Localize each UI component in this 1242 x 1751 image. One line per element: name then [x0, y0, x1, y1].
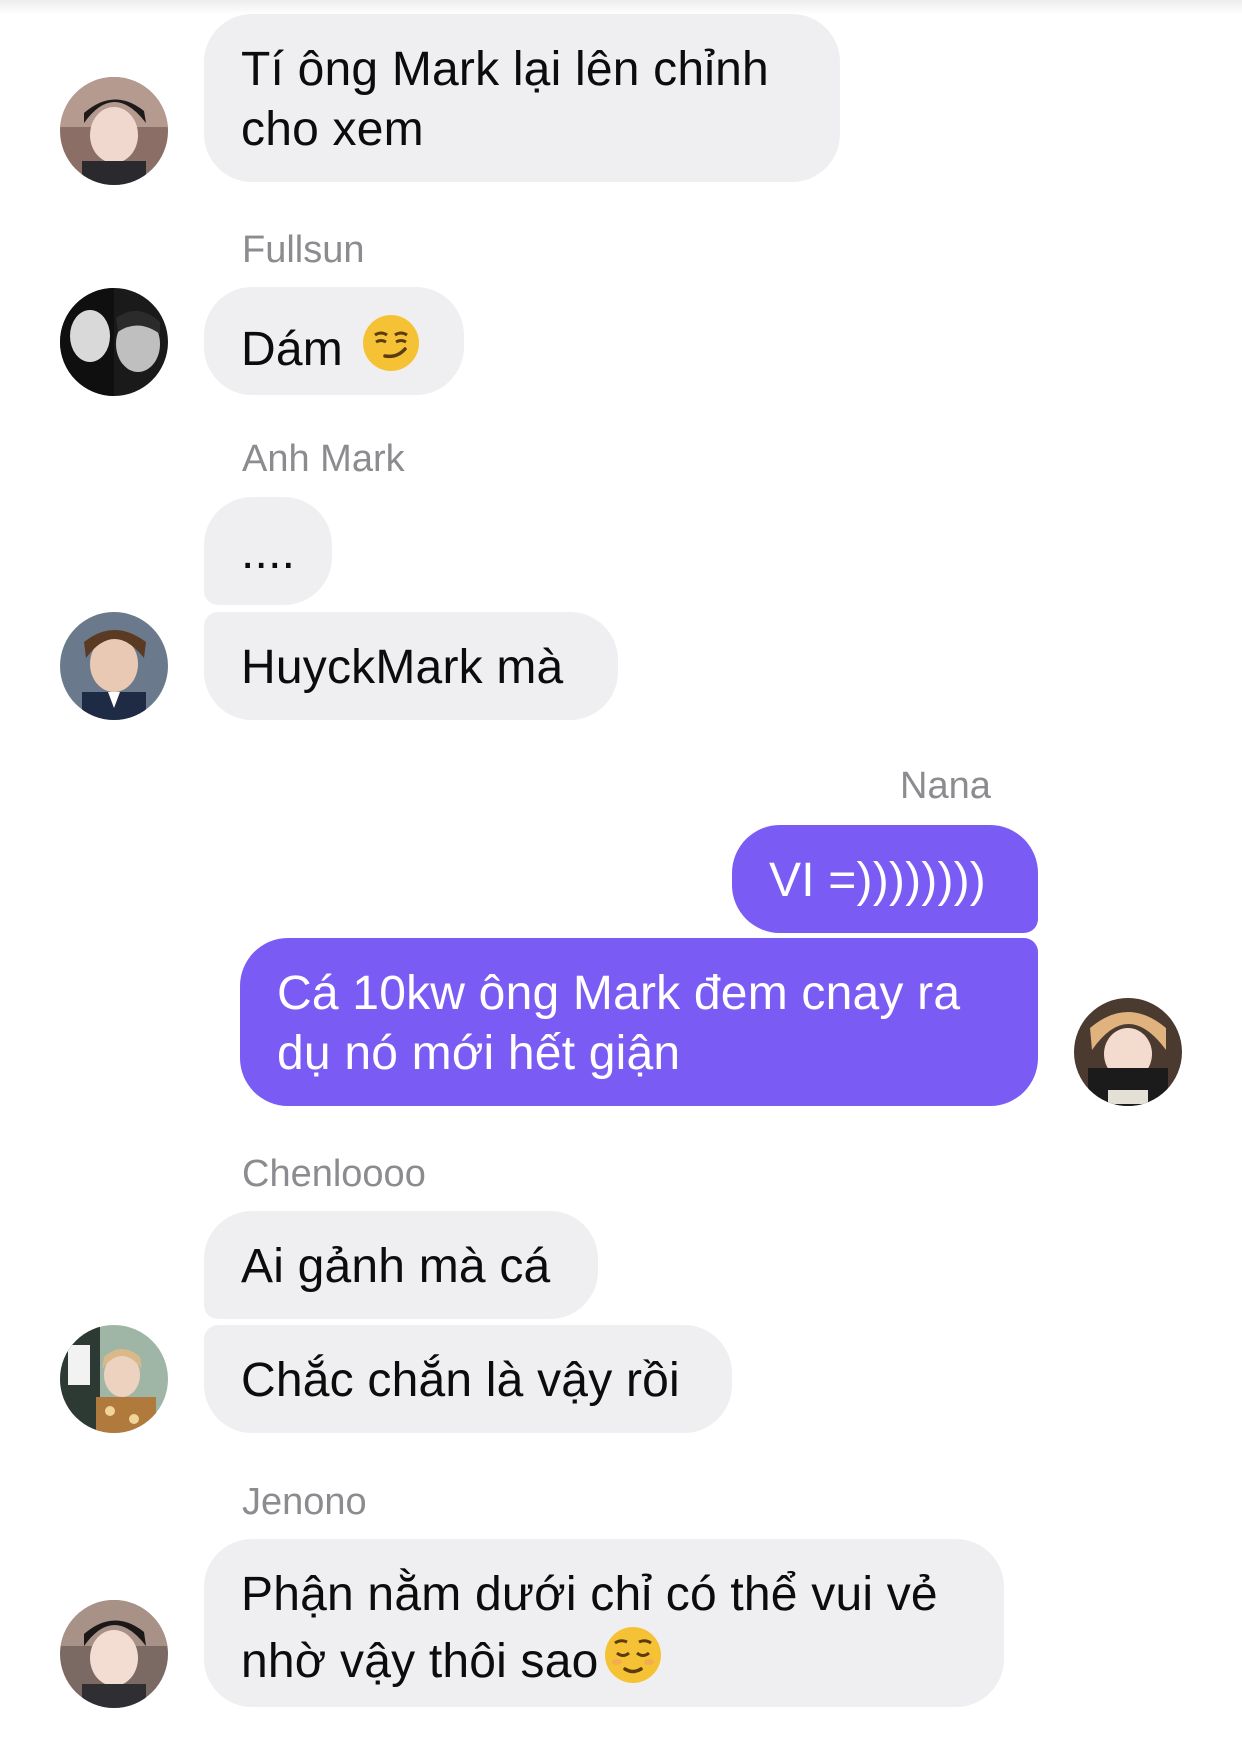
message-bubble[interactable]: Cá 10kw ông Mark đem cnay ra dụ nó mới h…	[240, 938, 1038, 1106]
top-scroll-shadow	[0, 0, 1242, 14]
message-text-line: dụ nó mới hết giận	[277, 1027, 681, 1080]
message-text-line: nhờ vậy thôi sao	[241, 1625, 967, 1700]
message-text-line: cho xem	[241, 103, 424, 156]
sender-name: Fullsun	[242, 229, 365, 271]
smirking-face-icon	[361, 313, 421, 388]
message-text: nhờ vậy thôi sao	[241, 1635, 599, 1688]
sender-name: Chenloooo	[242, 1153, 426, 1195]
message-text: Dám	[241, 323, 343, 376]
relieved-face-icon	[603, 1625, 663, 1700]
message-text-line: Phận nằm dưới chỉ có thể vui vẻ	[241, 1568, 938, 1621]
message-bubble[interactable]: HuyckMark mà	[204, 612, 618, 720]
message-text: HuyckMark mà	[241, 641, 564, 694]
message-bubble[interactable]: Dám	[204, 287, 464, 395]
sender-name: Jenono	[242, 1481, 367, 1523]
sender-name: Anh Mark	[242, 438, 405, 480]
message-bubble[interactable]: Tí ông Mark lại lên chỉnh cho xem	[204, 14, 840, 182]
message-text: ....	[241, 526, 296, 579]
avatar[interactable]	[60, 1325, 168, 1433]
avatar[interactable]	[60, 612, 168, 720]
message-text: VI =))))))))	[769, 854, 986, 907]
message-bubble[interactable]: ....	[204, 497, 332, 605]
avatar[interactable]	[60, 77, 168, 185]
message-bubble[interactable]: VI =))))))))	[732, 825, 1038, 933]
avatar[interactable]	[1074, 998, 1182, 1106]
message-text: Ai gảnh mà cá	[241, 1240, 551, 1293]
avatar[interactable]	[60, 288, 168, 396]
avatar[interactable]	[60, 1600, 168, 1708]
message-bubble[interactable]: Chắc chắn là vậy rồi	[204, 1325, 732, 1433]
sender-name: Nana	[900, 765, 991, 807]
message-bubble[interactable]: Phận nằm dưới chỉ có thể vui vẻ nhờ vậy …	[204, 1539, 1004, 1707]
message-bubble[interactable]: Ai gảnh mà cá	[204, 1211, 598, 1319]
message-text-line: Tí ông Mark lại lên chỉnh	[241, 43, 769, 96]
message-text: Chắc chắn là vậy rồi	[241, 1354, 680, 1407]
message-text-line: Cá 10kw ông Mark đem cnay ra	[277, 967, 961, 1020]
